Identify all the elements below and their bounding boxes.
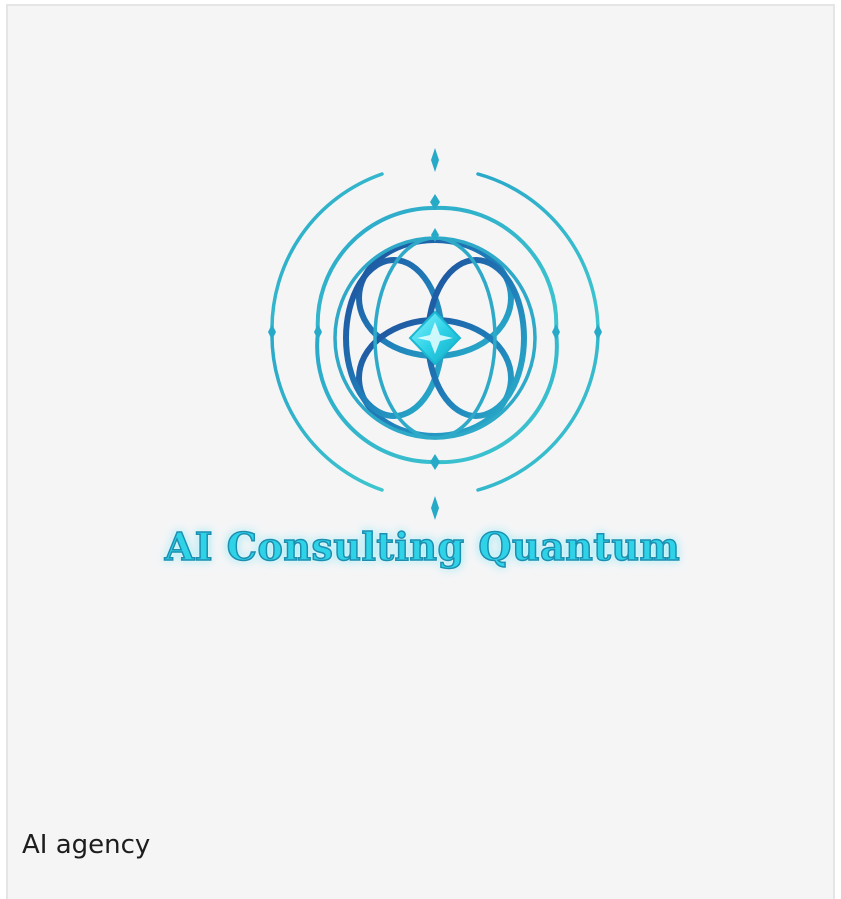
project-card[interactable]: AI Consulting Quantum AI agency (6, 4, 835, 899)
brand-wordmark: AI Consulting Quantum (164, 523, 681, 570)
logo-image: AI Consulting Quantum (8, 6, 837, 706)
quantum-orbital-emblem-icon (268, 148, 602, 520)
card-caption: AI agency (22, 830, 151, 860)
